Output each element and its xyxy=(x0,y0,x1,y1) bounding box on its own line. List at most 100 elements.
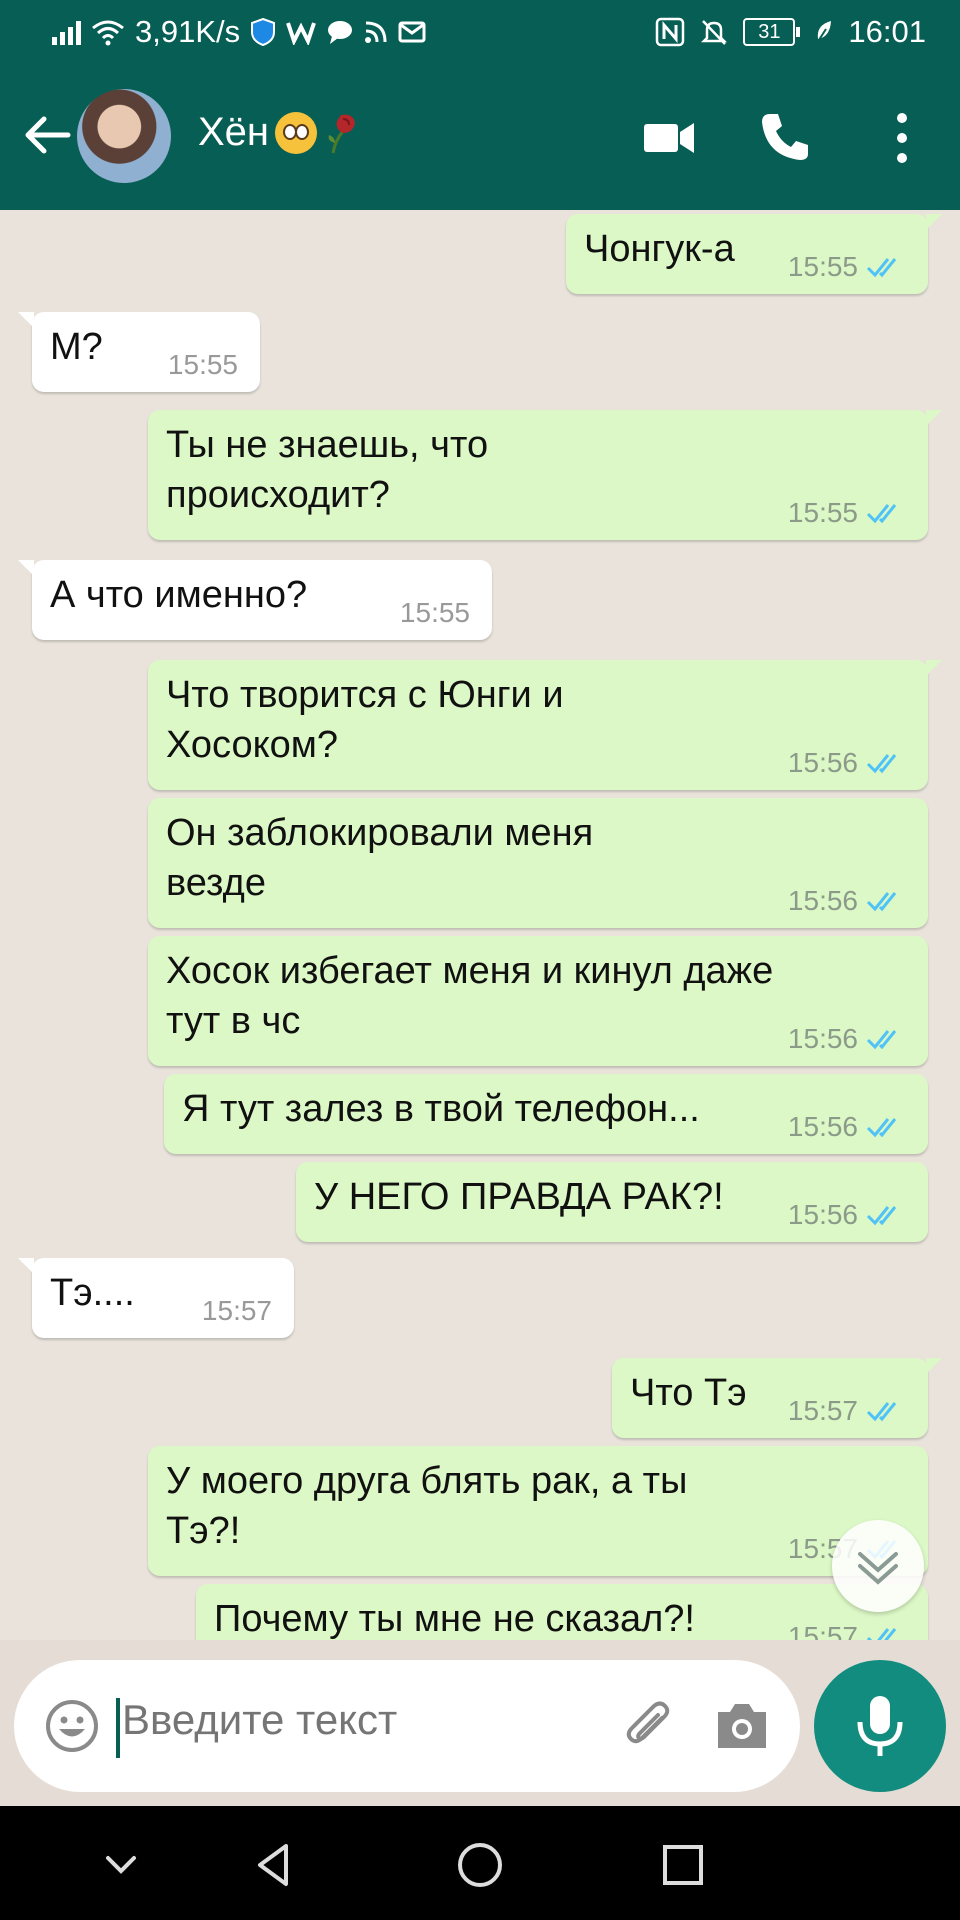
message-text: У НЕГО ПРАВДА РАК?! xyxy=(314,1176,724,1218)
contact-name: Хён xyxy=(198,110,270,154)
message-text: Я тут залез в твой телефон... xyxy=(182,1088,700,1130)
message-text: У моего друга блять рак, а ты Тэ?! xyxy=(166,1456,687,1556)
back-arrow-icon[interactable] xyxy=(20,107,76,163)
message-bubble[interactable]: Он заблокировали меня везде 15:56 xyxy=(148,798,928,928)
message-time: 15:55 xyxy=(787,497,858,528)
message-text: Что творится с Юнги и Хосоком? xyxy=(166,670,564,770)
double-check-icon xyxy=(866,1402,897,1422)
nfc-icon xyxy=(656,17,685,47)
nav-back-icon[interactable] xyxy=(250,1840,300,1890)
system-nav-bar xyxy=(0,1806,960,1920)
text-caret xyxy=(116,1698,120,1758)
message-bubble[interactable]: Почему ты мне не сказал?! 15:57 xyxy=(196,1584,928,1640)
chevron-down-icon[interactable] xyxy=(96,1840,146,1890)
message-input[interactable] xyxy=(122,1696,602,1744)
message-bubble[interactable]: Ты не знаешь, что происходит? 15:55 xyxy=(148,410,942,540)
more-options-icon[interactable] xyxy=(872,108,932,168)
message-text: Почему ты мне не сказал?! xyxy=(214,1598,695,1640)
leaf-icon xyxy=(816,21,832,44)
message-line: У моего друга блять рак, а ты xyxy=(166,1460,688,1502)
message-line: Хосок избегает меня и кинул даже xyxy=(166,950,774,992)
clock: 16:01 xyxy=(848,14,926,49)
w-app-icon xyxy=(286,22,317,45)
contact-title[interactable]: Хён xyxy=(198,110,361,155)
voice-record-button[interactable] xyxy=(814,1660,946,1792)
message-list[interactable]: Чонгук-а 15:55 М? 15:55 Ты не знаешь, чт… xyxy=(0,210,960,1640)
status-right: 31 16:01 xyxy=(655,0,926,64)
status-bar: 3,91K/s 31 16:01 xyxy=(0,0,960,64)
message-line: везде xyxy=(166,862,266,904)
message-time: 15:56 xyxy=(787,1111,858,1142)
message-time: 15:55 xyxy=(167,349,238,380)
message-line: Что творится с Юнги и xyxy=(166,674,564,716)
message-text: А что именно? xyxy=(50,574,308,616)
camera-icon[interactable] xyxy=(714,1700,770,1752)
nav-recents-icon[interactable] xyxy=(658,1840,708,1890)
message-time: 15:57 xyxy=(787,1395,858,1426)
emoji-icon[interactable] xyxy=(44,1698,100,1754)
message-bubble[interactable]: М? 15:55 xyxy=(18,312,260,392)
attach-icon[interactable] xyxy=(618,1696,680,1758)
mic-icon xyxy=(857,1696,903,1756)
rss-icon xyxy=(365,21,387,43)
message-time: 15:57 xyxy=(787,1621,858,1641)
message-text: Ты не знаешь, что происходит? xyxy=(166,420,488,520)
nav-home-icon[interactable] xyxy=(455,1840,505,1890)
double-check-icon xyxy=(866,1628,897,1640)
message-text: Чонгук-а xyxy=(584,228,735,270)
shield-icon xyxy=(251,18,276,46)
message-time: 15:55 xyxy=(399,597,470,628)
message-line: тут в чс xyxy=(166,1000,301,1042)
double-check-icon xyxy=(866,1030,897,1050)
message-text: М? xyxy=(50,326,103,368)
double-check-icon xyxy=(866,892,897,912)
message-bubble[interactable]: Что творится с Юнги и Хосоком? 15:56 xyxy=(148,660,942,790)
message-bubble[interactable]: Хосок избегает меня и кинул даже тут в ч… xyxy=(148,936,928,1066)
avatar[interactable] xyxy=(77,89,171,183)
chat-header: Хён xyxy=(0,64,960,210)
double-chevron-down-icon xyxy=(858,1552,898,1585)
phone-call-icon[interactable] xyxy=(754,108,814,168)
message-text: Что Тэ xyxy=(630,1372,747,1414)
network-speed: 3,91K/s xyxy=(135,14,241,49)
message-bubble[interactable]: А что именно? 15:55 xyxy=(18,560,492,640)
signal-icon xyxy=(52,19,81,45)
message-time: 15:56 xyxy=(787,747,858,778)
message-bubble[interactable]: Что Тэ 15:57 xyxy=(612,1358,942,1438)
double-check-icon xyxy=(866,754,897,774)
bell-off-icon xyxy=(701,20,728,45)
chat-bubble-icon xyxy=(328,21,353,44)
message-bubble[interactable]: Я тут залез в твой телефон... 15:56 xyxy=(164,1074,928,1154)
battery-level: 31 xyxy=(758,21,781,43)
video-call-icon[interactable] xyxy=(640,108,700,168)
message-time: 15:56 xyxy=(787,1199,858,1230)
status-left: 3,91K/s xyxy=(52,0,426,64)
message-text: Он заблокировали меня везде xyxy=(166,808,593,908)
message-line: Ты не знаешь, что xyxy=(166,424,489,466)
mail-icon xyxy=(398,21,426,43)
message-bubble[interactable]: Тэ.... 15:57 xyxy=(18,1258,294,1338)
wifi-icon xyxy=(92,20,124,46)
wilted-rose-icon xyxy=(328,114,356,153)
message-bubble[interactable]: У моего друга блять рак, а ты Тэ?! 15:57 xyxy=(148,1446,928,1576)
message-time: 15:56 xyxy=(787,885,858,916)
message-line: Тэ?! xyxy=(166,1510,241,1552)
message-line: Хосоком? xyxy=(166,724,339,766)
message-line: Он заблокировали меня xyxy=(166,812,594,854)
double-check-icon xyxy=(866,504,897,524)
message-bubble[interactable]: У НЕГО ПРАВДА РАК?! 15:56 xyxy=(296,1162,928,1242)
message-time: 15:56 xyxy=(787,1023,858,1054)
message-line: происходит? xyxy=(166,474,390,516)
double-check-icon xyxy=(866,1206,897,1226)
message-composer xyxy=(14,1660,800,1792)
message-time: 15:57 xyxy=(201,1295,272,1326)
message-time: 15:55 xyxy=(787,251,858,282)
message-bubble[interactable]: Чонгук-а 15:55 xyxy=(566,214,942,294)
battery-icon: 31 xyxy=(743,18,801,46)
double-check-icon xyxy=(866,1118,897,1138)
double-check-icon xyxy=(866,258,897,278)
pleading-face-icon xyxy=(275,111,318,154)
message-text: Хосок избегает меня и кинул даже тут в ч… xyxy=(166,946,773,1046)
message-text: Тэ.... xyxy=(50,1272,135,1314)
scroll-to-bottom-button[interactable] xyxy=(832,1520,924,1612)
